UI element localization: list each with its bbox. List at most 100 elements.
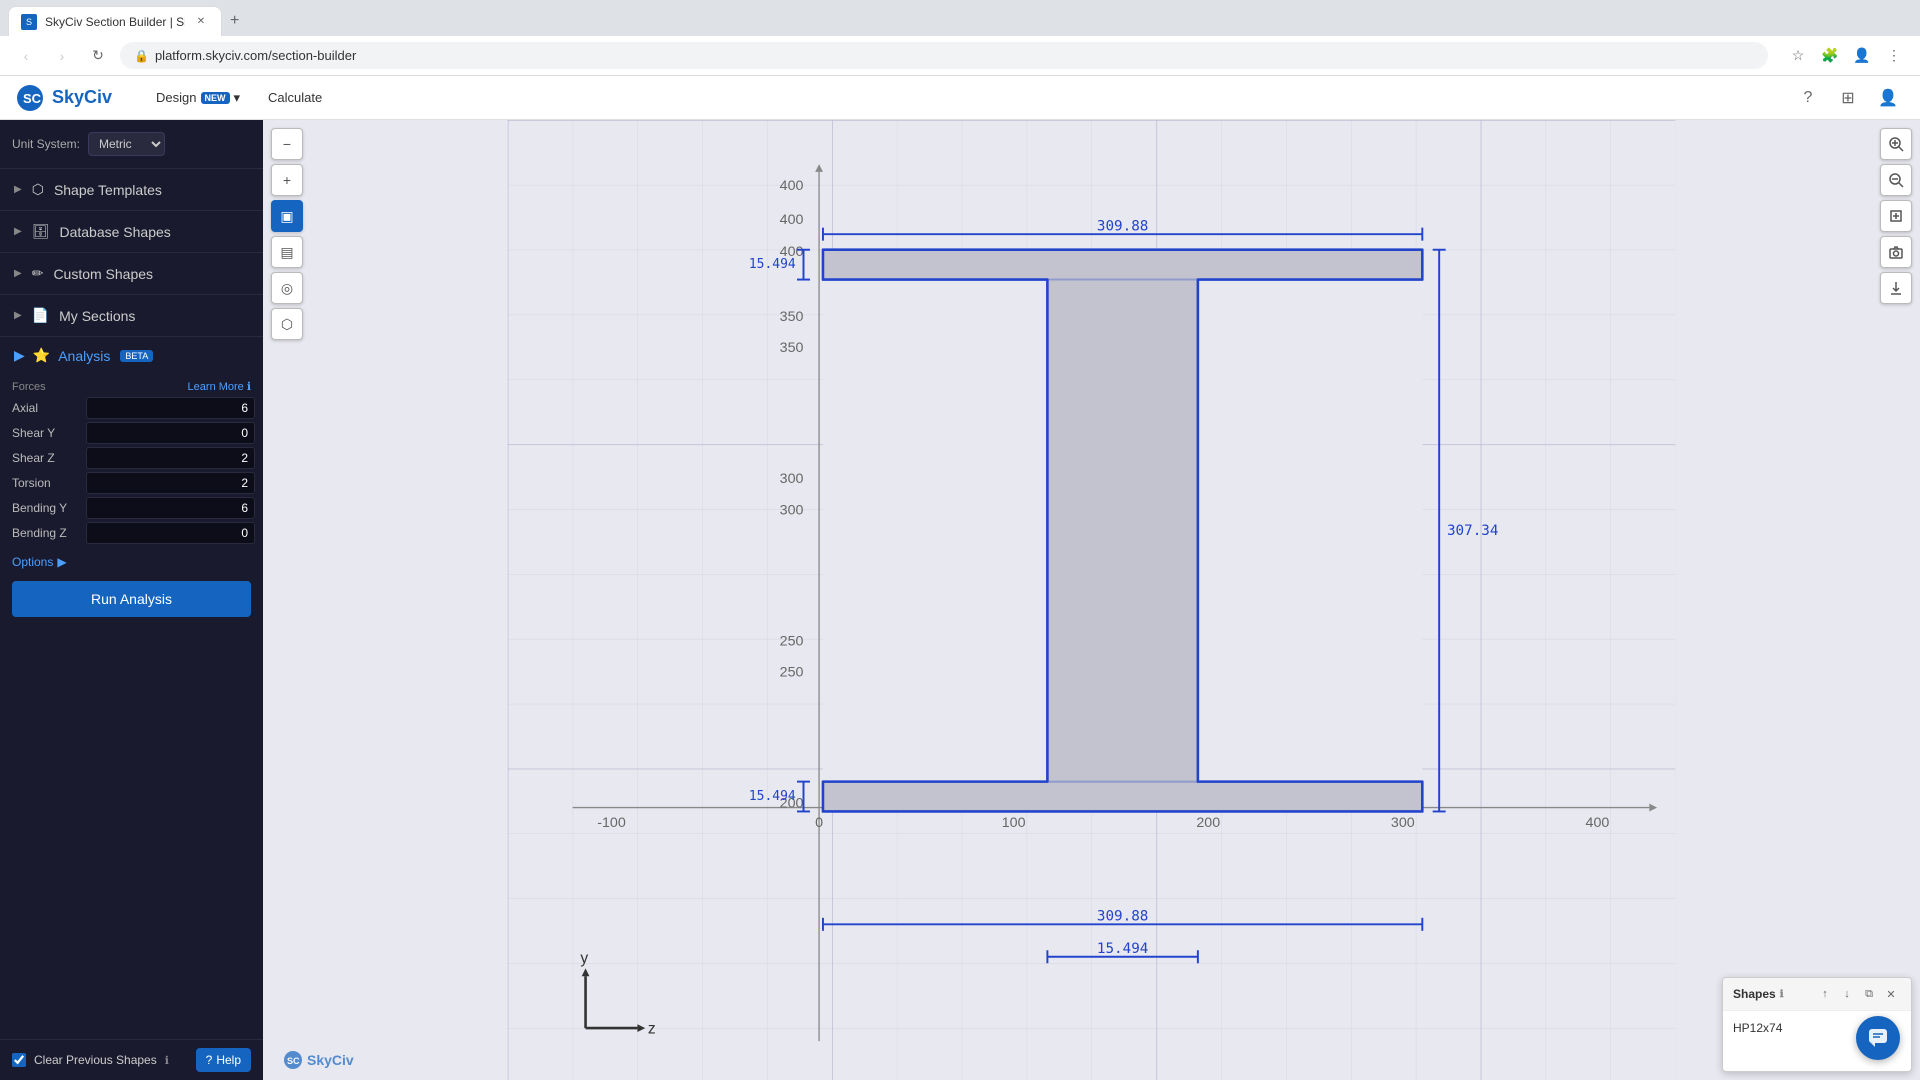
help-icon: ? (206, 1053, 213, 1067)
forces-header: Forces Learn More ℹ (0, 374, 263, 397)
shapes-move-up-button[interactable]: ↑ (1815, 984, 1835, 1004)
svg-text:250: 250 (780, 633, 804, 649)
user-avatar-button[interactable]: 👤 (1872, 82, 1904, 114)
options-row[interactable]: Options ▶ (0, 547, 263, 573)
shapes-panel-header: Shapes ℹ ↑ ↓ ⧉ ✕ (1723, 978, 1911, 1011)
database-shapes-icon: 🗄 (32, 223, 50, 240)
force-label: Bending Z (12, 526, 82, 540)
force-input[interactable] (86, 447, 255, 469)
force-row: Shear Z kN (12, 447, 251, 469)
skyciv-logo: SC SkyCiv (16, 84, 112, 112)
unit-system-select[interactable]: Metric Imperial (88, 132, 165, 156)
analysis-arrow-icon: ▶ (14, 347, 25, 364)
zoom-in-icon (1888, 136, 1904, 152)
forces-table: Axial kN Shear Y kN Shear Z kN Torsion k… (0, 397, 263, 544)
fit-icon (1888, 208, 1904, 224)
back-button[interactable]: ‹ (12, 42, 40, 70)
svg-text:0: 0 (815, 815, 823, 831)
zoom-out-canvas-button[interactable] (1880, 164, 1912, 196)
analysis-section: ▶ ⭐ Analysis BETA Forces Learn More ℹ Ax… (0, 337, 263, 633)
svg-text:400: 400 (780, 212, 804, 228)
profile-button[interactable]: 👤 (1848, 42, 1876, 70)
svg-text:250: 250 (780, 665, 804, 681)
help-button-label: Help (216, 1053, 241, 1067)
header-right: ? ⊞ 👤 (1792, 82, 1904, 114)
select-tool-button[interactable]: ▣ (271, 200, 303, 232)
camera-icon (1888, 244, 1904, 260)
menu-button[interactable]: ⋮ (1880, 42, 1908, 70)
chat-icon (1867, 1027, 1889, 1049)
force-row: Torsion kN-m (12, 472, 251, 494)
zoom-in-tool-button[interactable]: + (271, 164, 303, 196)
new-tab-button[interactable]: + (222, 6, 254, 36)
svg-text:100: 100 (1002, 815, 1026, 831)
svg-text:309.88: 309.88 (1097, 218, 1149, 234)
right-toolbar (1880, 128, 1912, 304)
design-nav-button[interactable]: Design NEW ▾ (144, 84, 252, 112)
svg-text:z: z (648, 1020, 656, 1037)
ssl-lock-icon: 🔒 (134, 49, 149, 63)
force-label: Shear Y (12, 426, 82, 440)
shape-templates-section: ▶ ⬡ Shape Templates (0, 169, 263, 211)
force-input[interactable] (86, 397, 255, 419)
tab-title: SkyCiv Section Builder | SkyCiv P... (45, 15, 185, 29)
help-button[interactable]: ? Help (196, 1048, 251, 1072)
fit-canvas-button[interactable] (1880, 200, 1912, 232)
force-input[interactable] (86, 522, 255, 544)
new-badge: NEW (201, 92, 230, 104)
run-analysis-button[interactable]: Run Analysis (12, 581, 251, 617)
shapes-panel-title: Shapes ℹ (1733, 987, 1784, 1001)
screenshot-button[interactable] (1880, 236, 1912, 268)
force-input[interactable] (86, 472, 255, 494)
shapes-delete-button[interactable]: ✕ (1881, 984, 1901, 1004)
force-input[interactable] (86, 422, 255, 444)
sidebar-item-database-shapes[interactable]: ▶ 🗄 Database Shapes (0, 211, 263, 252)
my-sections-icon: 📄 (32, 307, 49, 324)
learn-more-link[interactable]: Learn More ℹ (188, 380, 251, 393)
address-bar[interactable]: 🔒 platform.skyciv.com/section-builder (120, 42, 1768, 69)
polygon-tool-button[interactable]: ⬡ (271, 308, 303, 340)
apps-button[interactable]: ⊞ (1832, 82, 1864, 114)
force-row: Bending Y kN-m (12, 497, 251, 519)
i-beam-shape (823, 250, 1422, 812)
force-input[interactable] (86, 497, 255, 519)
calculate-nav-button[interactable]: Calculate (256, 84, 334, 112)
chat-button[interactable] (1856, 1016, 1900, 1060)
rectangle-tool-button[interactable]: ▤ (271, 236, 303, 268)
bookmark-star-button[interactable]: ☆ (1784, 42, 1812, 70)
design-dropdown-icon: ▾ (234, 90, 241, 106)
beta-badge: BETA (120, 350, 153, 362)
force-label: Shear Z (12, 451, 82, 465)
custom-shapes-label: Custom Shapes (53, 266, 153, 282)
force-row: Bending Z kN-m (12, 522, 251, 544)
my-sections-arrow-icon: ▶ (14, 310, 22, 321)
info-icon: ℹ (247, 380, 251, 393)
analysis-star-icon: ⭐ (33, 347, 50, 364)
zoom-in-canvas-button[interactable] (1880, 128, 1912, 160)
svg-text:300: 300 (780, 471, 804, 487)
download-button[interactable] (1880, 272, 1912, 304)
refresh-button[interactable]: ↻ (84, 42, 112, 70)
clear-shapes-checkbox[interactable] (12, 1053, 26, 1067)
zoom-out-tool-button[interactable]: − (271, 128, 303, 160)
custom-shapes-section: ▶ ✏ Custom Shapes (0, 253, 263, 295)
extension-button[interactable]: 🧩 (1816, 42, 1844, 70)
sidebar-bottom: Clear Previous Shapes ℹ ? Help (0, 1039, 263, 1080)
canvas-area: − + ▣ ▤ ◎ ⬡ (263, 120, 1920, 1080)
shapes-copy-button[interactable]: ⧉ (1859, 984, 1879, 1004)
forward-button[interactable]: › (48, 42, 76, 70)
browser-tabs: S SkyCiv Section Builder | SkyCiv P... ✕… (0, 0, 1920, 36)
sidebar-item-custom-shapes[interactable]: ▶ ✏ Custom Shapes (0, 253, 263, 294)
my-sections-label: My Sections (59, 308, 135, 324)
help-header-button[interactable]: ? (1792, 82, 1824, 114)
forces-label: Forces (12, 381, 46, 393)
sidebar-item-my-sections[interactable]: ▶ 📄 My Sections (0, 295, 263, 336)
analysis-header[interactable]: ▶ ⭐ Analysis BETA (0, 337, 263, 374)
svg-text:SC: SC (287, 1056, 300, 1066)
shapes-move-down-button[interactable]: ↓ (1837, 984, 1857, 1004)
circle-tool-button[interactable]: ◎ (271, 272, 303, 304)
svg-text:309.88: 309.88 (1097, 908, 1149, 924)
sidebar-item-shape-templates[interactable]: ▶ ⬡ Shape Templates (0, 169, 263, 210)
tab-close-button[interactable]: ✕ (193, 14, 209, 30)
watermark: SC SkyCiv (283, 1050, 354, 1070)
